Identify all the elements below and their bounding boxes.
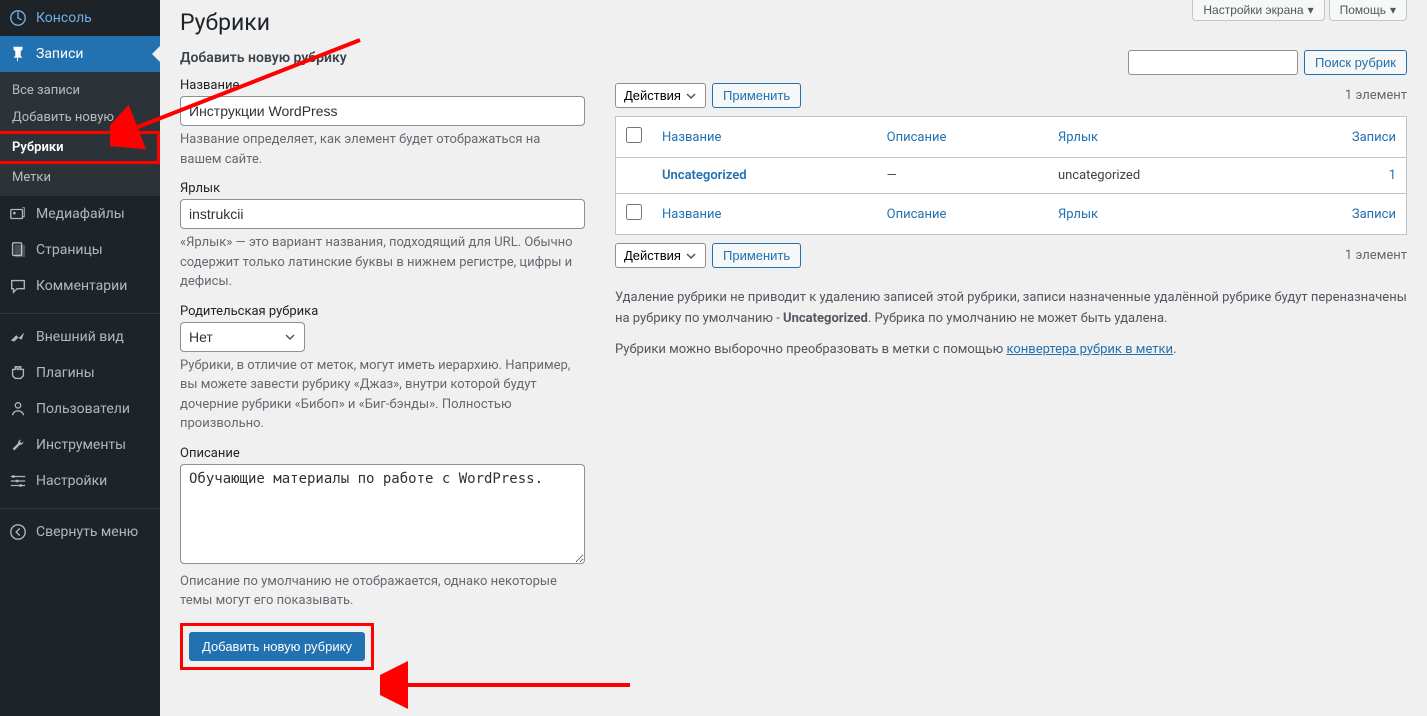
media-icon (8, 204, 28, 224)
col-name-bottom[interactable]: Название (662, 207, 721, 222)
form-heading: Добавить новую рубрику (180, 50, 585, 66)
name-label: Название (180, 78, 585, 93)
name-help: Название определяет, как элемент будет о… (180, 130, 585, 169)
parent-select[interactable]: Нет (180, 322, 305, 352)
desc-textarea[interactable]: Обучающие материалы по работе с WordPres… (180, 464, 585, 564)
name-input[interactable] (180, 96, 585, 126)
menu-label: Плагины (36, 365, 95, 381)
row-slug: uncategorized (1048, 158, 1268, 194)
menu-settings[interactable]: Настройки (0, 463, 160, 499)
search-input[interactable] (1128, 50, 1298, 75)
collapse-icon (8, 522, 28, 542)
main-content: Настройки экрана ▾ Помощь ▾ Рубрики Доба… (160, 0, 1427, 716)
submenu-tags[interactable]: Метки (0, 164, 160, 191)
chevron-down-icon: ▾ (1308, 3, 1314, 17)
parent-label: Родительская рубрика (180, 304, 585, 319)
menu-label: Внешний вид (36, 329, 124, 345)
menu-appearance[interactable]: Внешний вид (0, 319, 160, 355)
add-category-button[interactable]: Добавить новую рубрику (189, 632, 365, 661)
tool-icon (8, 435, 28, 455)
dashboard-icon (8, 8, 28, 28)
chevron-down-icon: ▾ (1390, 3, 1396, 17)
menu-users[interactable]: Пользователи (0, 391, 160, 427)
menu-label: Медиафайлы (36, 206, 125, 222)
desc-label: Описание (180, 446, 585, 461)
user-icon (8, 399, 28, 419)
menu-plugins[interactable]: Плагины (0, 355, 160, 391)
col-desc[interactable]: Описание (887, 130, 947, 145)
notes: Удаление рубрики не приводит к удалению … (615, 288, 1407, 360)
apply-button-top[interactable]: Применить (712, 83, 801, 108)
bulk-action-select-bottom[interactable]: Действия (615, 243, 706, 268)
slug-label: Ярлык (180, 181, 585, 196)
table-row: Uncategorized — uncategorized 1 (616, 158, 1407, 194)
admin-sidebar: Консоль Записи Все записи Добавить новую… (0, 0, 160, 716)
menu-label: Записи (36, 46, 84, 62)
row-desc: — (877, 158, 1048, 194)
desc-help: Описание по умолчанию не отображается, о… (180, 572, 585, 611)
col-posts[interactable]: Записи (1352, 130, 1396, 145)
item-count-top: 1 элемент (1345, 88, 1407, 103)
row-posts-link[interactable]: 1 (1389, 168, 1396, 183)
menu-label: Пользователи (36, 401, 130, 417)
converter-link[interactable]: конвертера рубрик в метки (1006, 342, 1173, 357)
menu-label: Страницы (36, 242, 103, 258)
submenu-all-posts[interactable]: Все записи (0, 77, 160, 104)
page-icon (8, 240, 28, 260)
col-name[interactable]: Название (662, 130, 721, 145)
menu-collapse[interactable]: Свернуть меню (0, 514, 160, 550)
col-slug-bottom[interactable]: Ярлык (1058, 207, 1098, 222)
col-slug[interactable]: Ярлык (1058, 130, 1098, 145)
search-button[interactable]: Поиск рубрик (1304, 50, 1407, 75)
plugin-icon (8, 363, 28, 383)
menu-posts[interactable]: Записи (0, 36, 160, 72)
row-title-link[interactable]: Uncategorized (662, 168, 747, 183)
settings-icon (8, 471, 28, 491)
menu-comments[interactable]: Комментарии (0, 268, 160, 304)
menu-label: Свернуть меню (36, 524, 138, 540)
submenu-add-new[interactable]: Добавить новую (0, 104, 160, 131)
item-count-bottom: 1 элемент (1345, 248, 1407, 263)
select-all-bottom[interactable] (626, 204, 642, 220)
pin-icon (8, 44, 28, 64)
menu-label: Комментарии (36, 278, 127, 294)
submenu-categories[interactable]: Рубрики (0, 131, 160, 164)
parent-help: Рубрики, в отличие от меток, могут иметь… (180, 356, 585, 434)
menu-label: Инструменты (36, 437, 126, 453)
menu-media[interactable]: Медиафайлы (0, 196, 160, 232)
menu-tools[interactable]: Инструменты (0, 427, 160, 463)
help-button[interactable]: Помощь ▾ (1329, 0, 1407, 21)
comment-icon (8, 276, 28, 296)
categories-table: Название Описание Ярлык Записи Uncategor… (615, 116, 1407, 235)
apply-button-bottom[interactable]: Применить (712, 243, 801, 268)
appearance-icon (8, 327, 28, 347)
submenu-posts: Все записи Добавить новую Рубрики Метки (0, 72, 160, 196)
menu-label: Настройки (36, 473, 107, 489)
menu-pages[interactable]: Страницы (0, 232, 160, 268)
bulk-action-select-top[interactable]: Действия (615, 83, 706, 108)
screen-options-button[interactable]: Настройки экрана ▾ (1192, 0, 1324, 21)
col-posts-bottom[interactable]: Записи (1352, 207, 1396, 222)
select-all-top[interactable] (626, 127, 642, 143)
slug-help: «Ярлык» — это вариант названия, подходящ… (180, 233, 585, 292)
menu-label: Консоль (36, 10, 92, 26)
slug-input[interactable] (180, 199, 585, 229)
col-desc-bottom[interactable]: Описание (887, 207, 947, 222)
menu-dashboard[interactable]: Консоль (0, 0, 160, 36)
